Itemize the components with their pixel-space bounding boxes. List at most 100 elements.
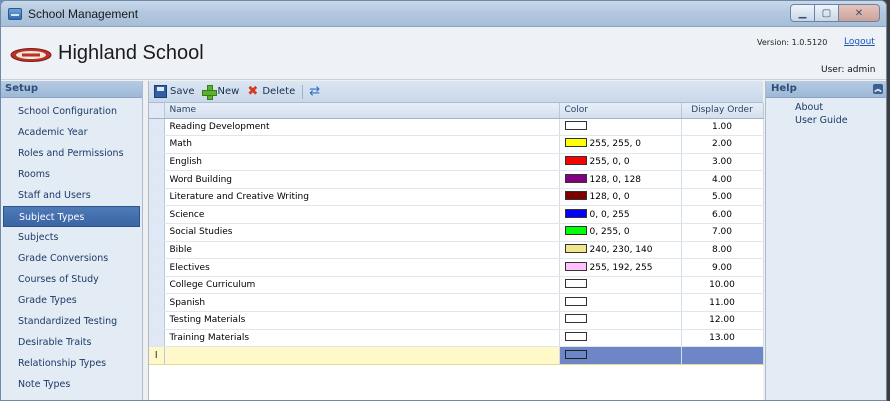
display-order-cell[interactable]: 2.00 — [681, 135, 764, 154]
sidebar-item-courses-of-study[interactable]: Courses of Study — [1, 269, 142, 290]
display-order-cell[interactable]: 8.00 — [681, 241, 764, 260]
new-button[interactable]: New — [201, 85, 239, 100]
display-order-cell[interactable]: 4.00 — [681, 170, 764, 189]
table-row[interactable]: Reading Development 1.00 — [149, 118, 764, 137]
table-row[interactable]: English 255, 0, 0 3.00 — [149, 153, 764, 172]
subject-name-cell[interactable]: Science — [164, 205, 560, 225]
table-row[interactable]: Electives 255, 192, 255 9.00 — [149, 258, 764, 277]
table-row[interactable]: College Curriculum 10.00 — [149, 276, 764, 295]
row-selector[interactable] — [149, 276, 165, 295]
subject-name-cell[interactable]: Electives — [164, 258, 560, 277]
subject-name-cell[interactable]: Spanish — [164, 293, 560, 313]
color-cell[interactable]: 255, 255, 0 — [559, 135, 682, 154]
save-button[interactable]: Save — [154, 85, 195, 98]
row-selector[interactable] — [149, 258, 165, 277]
sidebar-item-academic-year[interactable]: Academic Year — [1, 122, 142, 143]
row-selector[interactable] — [149, 329, 165, 348]
title-bar[interactable]: School Management ▁ ▢ ✕ — [1, 1, 886, 27]
column-header-color[interactable]: Color — [559, 103, 682, 119]
sidebar-item-staff-and-users[interactable]: Staff and Users — [1, 185, 142, 206]
display-order-cell[interactable]: 13.00 — [681, 329, 764, 348]
row-selector[interactable] — [149, 311, 165, 330]
display-order-cell[interactable]: 11.00 — [681, 293, 764, 313]
sidebar-item-grade-types[interactable]: Grade Types — [1, 290, 142, 311]
about-link[interactable]: About — [766, 101, 886, 114]
row-selector[interactable] — [149, 170, 165, 189]
sidebar-item-note-types[interactable]: Note Types — [1, 374, 142, 395]
row-selector[interactable] — [149, 118, 165, 137]
color-cell[interactable]: 0, 0, 255 — [559, 205, 682, 225]
subject-name-cell[interactable]: Reading Development — [164, 118, 560, 137]
row-selector[interactable] — [149, 135, 165, 154]
display-order-cell[interactable]: 7.00 — [681, 223, 764, 242]
sidebar-item-relationship-types[interactable]: Relationship Types — [1, 353, 142, 374]
column-header-display-order[interactable]: Display Order — [681, 103, 764, 119]
new-color-cell[interactable] — [559, 346, 682, 365]
row-selector[interactable] — [149, 293, 165, 313]
display-order-cell[interactable]: 10.00 — [681, 276, 764, 295]
user-guide-link[interactable]: User Guide — [766, 114, 886, 127]
color-cell[interactable] — [559, 276, 682, 295]
subject-name-cell[interactable]: Bible — [164, 241, 560, 260]
display-order-cell[interactable]: 9.00 — [681, 258, 764, 277]
color-cell[interactable]: 255, 192, 255 — [559, 258, 682, 277]
color-cell[interactable] — [559, 329, 682, 348]
row-selector[interactable] — [149, 241, 165, 260]
new-row[interactable]: I — [149, 346, 764, 365]
maximize-button[interactable]: ▢ — [814, 4, 839, 22]
new-display-order-cell[interactable] — [681, 346, 764, 365]
display-order-cell[interactable]: 1.00 — [681, 118, 764, 137]
row-selector[interactable] — [149, 153, 165, 172]
text-cursor-icon: I — [149, 346, 165, 365]
color-cell[interactable]: 0, 255, 0 — [559, 223, 682, 242]
subject-name-cell[interactable]: College Curriculum — [164, 276, 560, 295]
minimize-button[interactable]: ▁ — [790, 4, 815, 22]
table-row[interactable]: Spanish 11.00 — [149, 293, 764, 313]
refresh-button[interactable]: ⇄ — [309, 85, 324, 98]
subject-name-cell[interactable]: Social Studies — [164, 223, 560, 242]
subject-name-cell[interactable]: Testing Materials — [164, 311, 560, 330]
table-row[interactable]: Word Building 128, 0, 128 4.00 — [149, 170, 764, 189]
color-value: 0, 0, 255 — [589, 209, 630, 220]
sidebar-item-grade-conversions[interactable]: Grade Conversions — [1, 248, 142, 269]
subject-name-cell[interactable]: Literature and Creative Writing — [164, 188, 560, 207]
close-button[interactable]: ✕ — [838, 4, 880, 22]
color-cell[interactable] — [559, 311, 682, 330]
table-row[interactable]: Bible 240, 230, 140 8.00 — [149, 241, 764, 260]
row-selector[interactable] — [149, 188, 165, 207]
logout-link[interactable]: Logout — [844, 37, 875, 47]
sidebar-item-subjects[interactable]: Subjects — [1, 227, 142, 248]
sidebar-item-roles-and-permissions[interactable]: Roles and Permissions — [1, 143, 142, 164]
display-order-cell[interactable]: 5.00 — [681, 188, 764, 207]
subject-name-cell[interactable]: Training Materials — [164, 329, 560, 348]
sidebar-item-desirable-traits[interactable]: Desirable Traits — [1, 332, 142, 353]
table-row[interactable]: Math 255, 255, 0 2.00 — [149, 135, 764, 154]
table-row[interactable]: Testing Materials 12.00 — [149, 311, 764, 330]
color-cell[interactable]: 240, 230, 140 — [559, 241, 682, 260]
color-cell[interactable] — [559, 118, 682, 137]
subject-name-cell[interactable]: Word Building — [164, 170, 560, 189]
color-cell[interactable]: 255, 0, 0 — [559, 153, 682, 172]
table-row[interactable]: Training Materials 13.00 — [149, 329, 764, 348]
subject-name-cell[interactable]: English — [164, 153, 560, 172]
sidebar-item-school-configuration[interactable]: School Configuration — [1, 101, 142, 122]
sidebar-item-standardized-testing[interactable]: Standardized Testing — [1, 311, 142, 332]
collapse-icon[interactable]: ︽ — [873, 84, 883, 94]
delete-button[interactable]: ✖ Delete — [246, 85, 295, 98]
color-cell[interactable]: 128, 0, 0 — [559, 188, 682, 207]
table-row[interactable]: Literature and Creative Writing 128, 0, 0… — [149, 188, 764, 207]
color-cell[interactable] — [559, 293, 682, 313]
row-selector[interactable] — [149, 223, 165, 242]
color-cell[interactable]: 128, 0, 128 — [559, 170, 682, 189]
table-row[interactable]: Social Studies 0, 255, 0 7.00 — [149, 223, 764, 242]
new-name-cell[interactable] — [164, 346, 560, 365]
sidebar-item-subject-types[interactable]: Subject Types — [3, 206, 140, 227]
row-selector[interactable] — [149, 205, 165, 225]
table-row[interactable]: Science 0, 0, 255 6.00 — [149, 205, 764, 225]
display-order-cell[interactable]: 6.00 — [681, 205, 764, 225]
column-header-name[interactable]: Name — [164, 103, 560, 119]
display-order-cell[interactable]: 3.00 — [681, 153, 764, 172]
display-order-cell[interactable]: 12.00 — [681, 311, 764, 330]
sidebar-item-rooms[interactable]: Rooms — [1, 164, 142, 185]
subject-name-cell[interactable]: Math — [164, 135, 560, 154]
